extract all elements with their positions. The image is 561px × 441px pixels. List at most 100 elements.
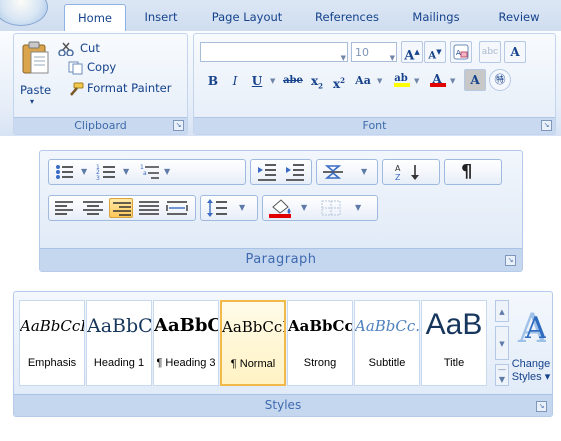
text-highlight-button[interactable]: ab <box>390 68 412 90</box>
highlight-dropdown-icon[interactable]: ▼ <box>414 77 419 85</box>
styles-gallery-more-icon[interactable]: — ▼ <box>495 364 509 386</box>
character-border-button[interactable]: A <box>504 41 526 63</box>
styles-scroll-down-icon[interactable]: ▼ <box>495 326 509 360</box>
style-sample: AaBbC <box>87 315 151 337</box>
paste-dropdown-icon[interactable]: ▾ <box>30 97 34 106</box>
change-styles-label: Change Styles ▾ <box>511 358 551 384</box>
borders-icon[interactable] <box>319 198 343 218</box>
clipboard-dialog-launcher-icon[interactable]: ↘ <box>173 120 184 131</box>
tab-references[interactable]: References <box>306 4 388 30</box>
paragraph-dialog-launcher-icon[interactable]: ↘ <box>505 255 516 266</box>
subscript-button[interactable]: x2 <box>306 70 328 92</box>
line-spacing-dropdown-icon[interactable]: ▼ <box>239 203 245 212</box>
numbering-dropdown-icon[interactable]: ▼ <box>123 167 129 176</box>
change-case-button[interactable]: Aa <box>350 70 376 92</box>
change-styles-button[interactable]: A A Change Styles ▾ <box>511 298 551 388</box>
multilevel-list-icon[interactable]: 1 a <box>139 162 163 182</box>
borders-dropdown-icon[interactable]: ▼ <box>355 203 361 212</box>
style-emphasis[interactable]: AaBbCcI Emphasis <box>19 300 85 386</box>
svg-text:Z: Z <box>395 173 401 182</box>
grow-font-button[interactable]: A▲ <box>401 41 423 63</box>
tab-review[interactable]: Review <box>489 4 549 30</box>
decrease-indent-icon[interactable] <box>255 162 279 182</box>
paste-icon[interactable] <box>20 40 50 76</box>
underline-button[interactable]: U <box>246 70 268 92</box>
phonetic-guide-button[interactable]: abc <box>479 41 501 63</box>
paragraph-group-label: Paragraph <box>40 248 522 271</box>
character-shading-button[interactable]: A <box>464 69 486 91</box>
sort-icon[interactable]: A Z <box>391 162 431 182</box>
word-ribbon-screenshot: Home Insert Page Layout References Maili… <box>0 0 561 441</box>
style-name: ¶ Heading 3 <box>156 357 216 369</box>
paste-button[interactable]: Paste <box>20 83 51 97</box>
clear-formatting-icon: A <box>453 44 469 60</box>
style-heading-3[interactable]: AaBbC ¶ Heading 3 <box>153 300 219 386</box>
svg-text:A: A <box>456 49 461 57</box>
copy-icon <box>68 61 83 75</box>
shading-icon[interactable] <box>267 198 297 218</box>
multilevel-list-dropdown-icon[interactable]: ▼ <box>164 167 170 176</box>
tab-page-layout[interactable]: Page Layout <box>203 4 291 30</box>
change-case-dropdown-icon[interactable]: ▼ <box>377 77 382 85</box>
shrink-font-button[interactable]: A▼ <box>424 41 446 63</box>
tab-mailings[interactable]: Mailings <box>403 4 469 30</box>
style-sample: AaB <box>425 308 483 341</box>
font-name-combobox[interactable]: ▼ <box>200 42 348 62</box>
indent-buttons-group <box>250 159 312 185</box>
office-button[interactable] <box>0 0 48 26</box>
ribbon-tab-bar: Home Insert Page Layout References Maili… <box>0 0 561 32</box>
numbering-icon[interactable]: 1 2 3 <box>95 162 119 182</box>
bold-button[interactable]: B <box>202 70 224 92</box>
distribute-icon[interactable] <box>165 198 189 218</box>
style-name: Subtitle <box>368 357 406 369</box>
bullets-dropdown-icon[interactable]: ▼ <box>81 167 87 176</box>
style-normal[interactable]: AaBbCcI ¶ Normal <box>220 300 286 386</box>
scissors-icon <box>58 42 74 56</box>
font-dialog-launcher-icon[interactable]: ↘ <box>541 120 552 131</box>
strikethrough-button[interactable]: abe <box>282 70 304 92</box>
list-buttons-group: ▼ 1 2 3 ▼ 1 a ▼ <box>48 159 246 185</box>
align-right-icon[interactable] <box>109 198 133 218</box>
font-color-button[interactable]: A <box>426 68 448 90</box>
styles-dialog-launcher-icon[interactable]: ↘ <box>536 401 547 412</box>
italic-button[interactable]: I <box>224 70 246 92</box>
styles-scroll-up-icon[interactable]: ▲ <box>495 300 509 322</box>
style-heading-1[interactable]: AaBbC Heading 1 <box>86 300 152 386</box>
svg-text:A: A <box>395 164 401 173</box>
style-subtitle[interactable]: AaBbCc. Subtitle <box>354 300 420 386</box>
bullets-icon[interactable] <box>53 162 77 182</box>
change-styles-label-line1: Change <box>511 358 551 370</box>
cut-button[interactable]: Cut <box>80 41 100 55</box>
line-spacing-icon[interactable] <box>205 198 229 218</box>
style-title[interactable]: AaB Title <box>421 300 487 386</box>
underline-dropdown-icon[interactable]: ▼ <box>270 77 275 85</box>
styles-gallery-scroll: ▲ ▼ — ▼ <box>495 300 509 386</box>
shading-borders-group: ▼ ▼ <box>262 195 378 221</box>
tab-home[interactable]: Home <box>64 4 126 32</box>
asian-layout-dropdown-icon[interactable]: ▼ <box>361 167 367 176</box>
style-strong[interactable]: AaBbCcl Strong <box>287 300 353 386</box>
tab-insert[interactable]: Insert <box>136 4 186 30</box>
font-size-combobox[interactable]: 10 ▼ <box>351 42 397 62</box>
paragraph-group: ▼ 1 2 3 ▼ 1 a ▼ ▼ A Z ¶ ▼ ▼ ▼ Paragraph … <box>39 150 523 272</box>
align-left-icon[interactable] <box>53 198 77 218</box>
show-hide-pilcrow-icon[interactable]: ¶ <box>461 161 472 182</box>
font-size-dropdown-icon[interactable]: ▼ <box>390 48 395 68</box>
enclose-characters-button[interactable]: ㊕ <box>489 69 511 91</box>
show-hide-group: ¶ <box>444 159 502 185</box>
increase-indent-icon[interactable] <box>283 162 307 182</box>
copy-button[interactable]: Copy <box>87 60 116 74</box>
justify-icon[interactable] <box>137 198 161 218</box>
asian-layout-group: ▼ <box>316 159 378 185</box>
superscript-button[interactable]: x2 <box>328 70 350 92</box>
clear-formatting-button[interactable]: A <box>450 41 472 63</box>
align-center-icon[interactable] <box>81 198 105 218</box>
format-painter-button[interactable]: Format Painter <box>87 81 171 95</box>
font-name-dropdown-icon[interactable]: ▼ <box>341 48 346 68</box>
font-color-dropdown-icon[interactable]: ▼ <box>450 77 455 85</box>
asian-layout-icon[interactable] <box>321 162 345 182</box>
ribbon: Home Insert Page Layout References Maili… <box>0 0 561 136</box>
shading-dropdown-icon[interactable]: ▼ <box>301 203 307 212</box>
style-sample: AaBbCcI <box>222 318 284 336</box>
line-spacing-group: ▼ <box>200 195 258 221</box>
